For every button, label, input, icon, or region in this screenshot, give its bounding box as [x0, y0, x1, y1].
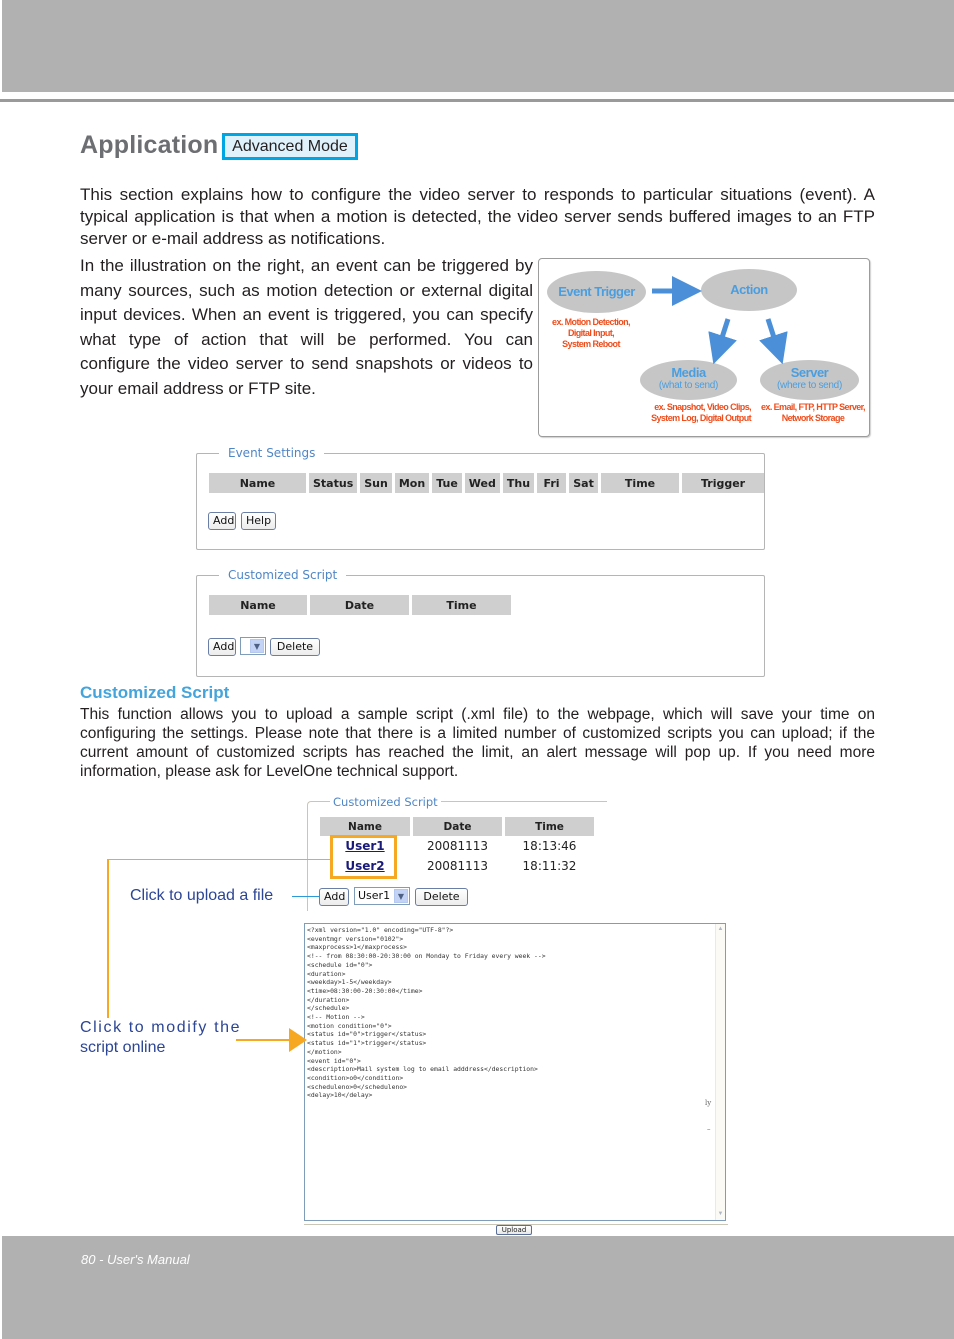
header-divider [0, 99, 954, 102]
scroll-up-icon[interactable]: ▲ [716, 925, 725, 934]
upload-callout: Click to upload a file [130, 887, 274, 904]
trigger-examples: ex. Motion Detection, Digital Input, Sys… [552, 317, 631, 349]
intro-paragraph: This section explains how to configure t… [80, 185, 875, 248]
page-title: Application [80, 131, 219, 159]
col-sun: Sun [360, 473, 392, 493]
event-help-button[interactable]: Help [241, 512, 276, 530]
row-time: 18:13:46 [522, 839, 577, 853]
chevron-down-icon[interactable]: ▼ [394, 889, 408, 903]
col-date: Date [310, 595, 409, 615]
scroll-down-icon[interactable]: ▼ [716, 1210, 725, 1219]
event-settings-panel: Event Settings [196, 446, 765, 550]
stray-mark: ly [705, 1099, 712, 1107]
col-mon: Mon [394, 473, 430, 493]
event-add-button[interactable]: Add [208, 512, 236, 530]
col-thu: Thu [502, 473, 535, 493]
customized-script-table: Name Date Time [206, 595, 514, 615]
customized-script-heading: Customized Script [80, 683, 230, 702]
arrow-action-to-server [759, 318, 788, 365]
server-examples: ex. Email, FTP, HTTP Server, Network Sto… [761, 402, 866, 423]
col-name: Name [320, 817, 410, 836]
media-examples: ex. Snapshot, Video Clips, System Log, D… [651, 402, 752, 423]
stray-mark: – [707, 1125, 711, 1133]
col-trigger: Trigger [682, 473, 765, 493]
col-sat: Sat [569, 473, 599, 493]
illustration-paragraph: In the illustration on the right, an eve… [80, 256, 533, 398]
upload-callout-line [292, 896, 319, 897]
event-flow-diagram: Event Trigger Action Media (what to send… [538, 258, 870, 437]
col-status: Status [309, 473, 358, 493]
modify-callout: Click to modify the script online [80, 1019, 242, 1056]
advanced-mode-badge: Advanced Mode [222, 133, 358, 160]
col-time: Time [412, 595, 511, 615]
vertical-callout-line [107, 859, 109, 1018]
event-settings-table: Name Status Sun Mon Tue Wed Thu Fri Sat … [206, 473, 767, 493]
orange-arrowhead-icon [289, 1028, 307, 1052]
example-script-select[interactable]: User1 ▼ [354, 887, 410, 905]
col-time: Time [601, 473, 680, 493]
script-content[interactable]: <?xml version="1.0" encoding="UTF-8"?> <… [307, 926, 546, 1100]
script-names-highlight [330, 835, 397, 879]
chevron-down-icon[interactable]: ▼ [250, 639, 264, 653]
col-name: Name [209, 595, 307, 615]
col-time: Time [505, 817, 594, 836]
col-wed: Wed [464, 473, 500, 493]
script-delete-button[interactable]: Delete [270, 638, 320, 656]
col-tue: Tue [432, 473, 462, 493]
col-name: Name [209, 473, 306, 493]
customized-script-panel: Customized Script [196, 568, 765, 677]
col-fri: Fri [537, 473, 567, 493]
col-date: Date [413, 817, 502, 836]
customized-script-legend: Customized Script [228, 568, 338, 582]
horizontal-callout-line [107, 859, 330, 860]
script-add-button[interactable]: Add [208, 638, 236, 656]
row-date: 20081113 [426, 859, 489, 873]
upload-button[interactable]: Upload [496, 1225, 532, 1235]
row-date: 20081113 [426, 839, 489, 853]
example-script-legend: Customized Script [330, 795, 441, 809]
modify-callout-line [236, 1039, 292, 1041]
row-time: 18:11:32 [522, 859, 577, 873]
customized-script-description: This function allows you to upload a sam… [80, 706, 875, 780]
example-delete-button[interactable]: Delete [415, 888, 468, 906]
header-bar [2, 0, 954, 92]
script-editor-textarea[interactable]: <?xml version="1.0" encoding="UTF-8"?> <… [304, 923, 726, 1221]
example-add-button[interactable]: Add [319, 888, 349, 906]
page-footer: 80 - User's Manual [81, 1252, 190, 1267]
editor-scrollbar[interactable]: ▲ ▼ [715, 924, 725, 1220]
script-select[interactable]: ▼ [240, 637, 266, 655]
arrow-action-to-media [708, 318, 737, 365]
event-settings-legend: Event Settings [228, 446, 316, 460]
